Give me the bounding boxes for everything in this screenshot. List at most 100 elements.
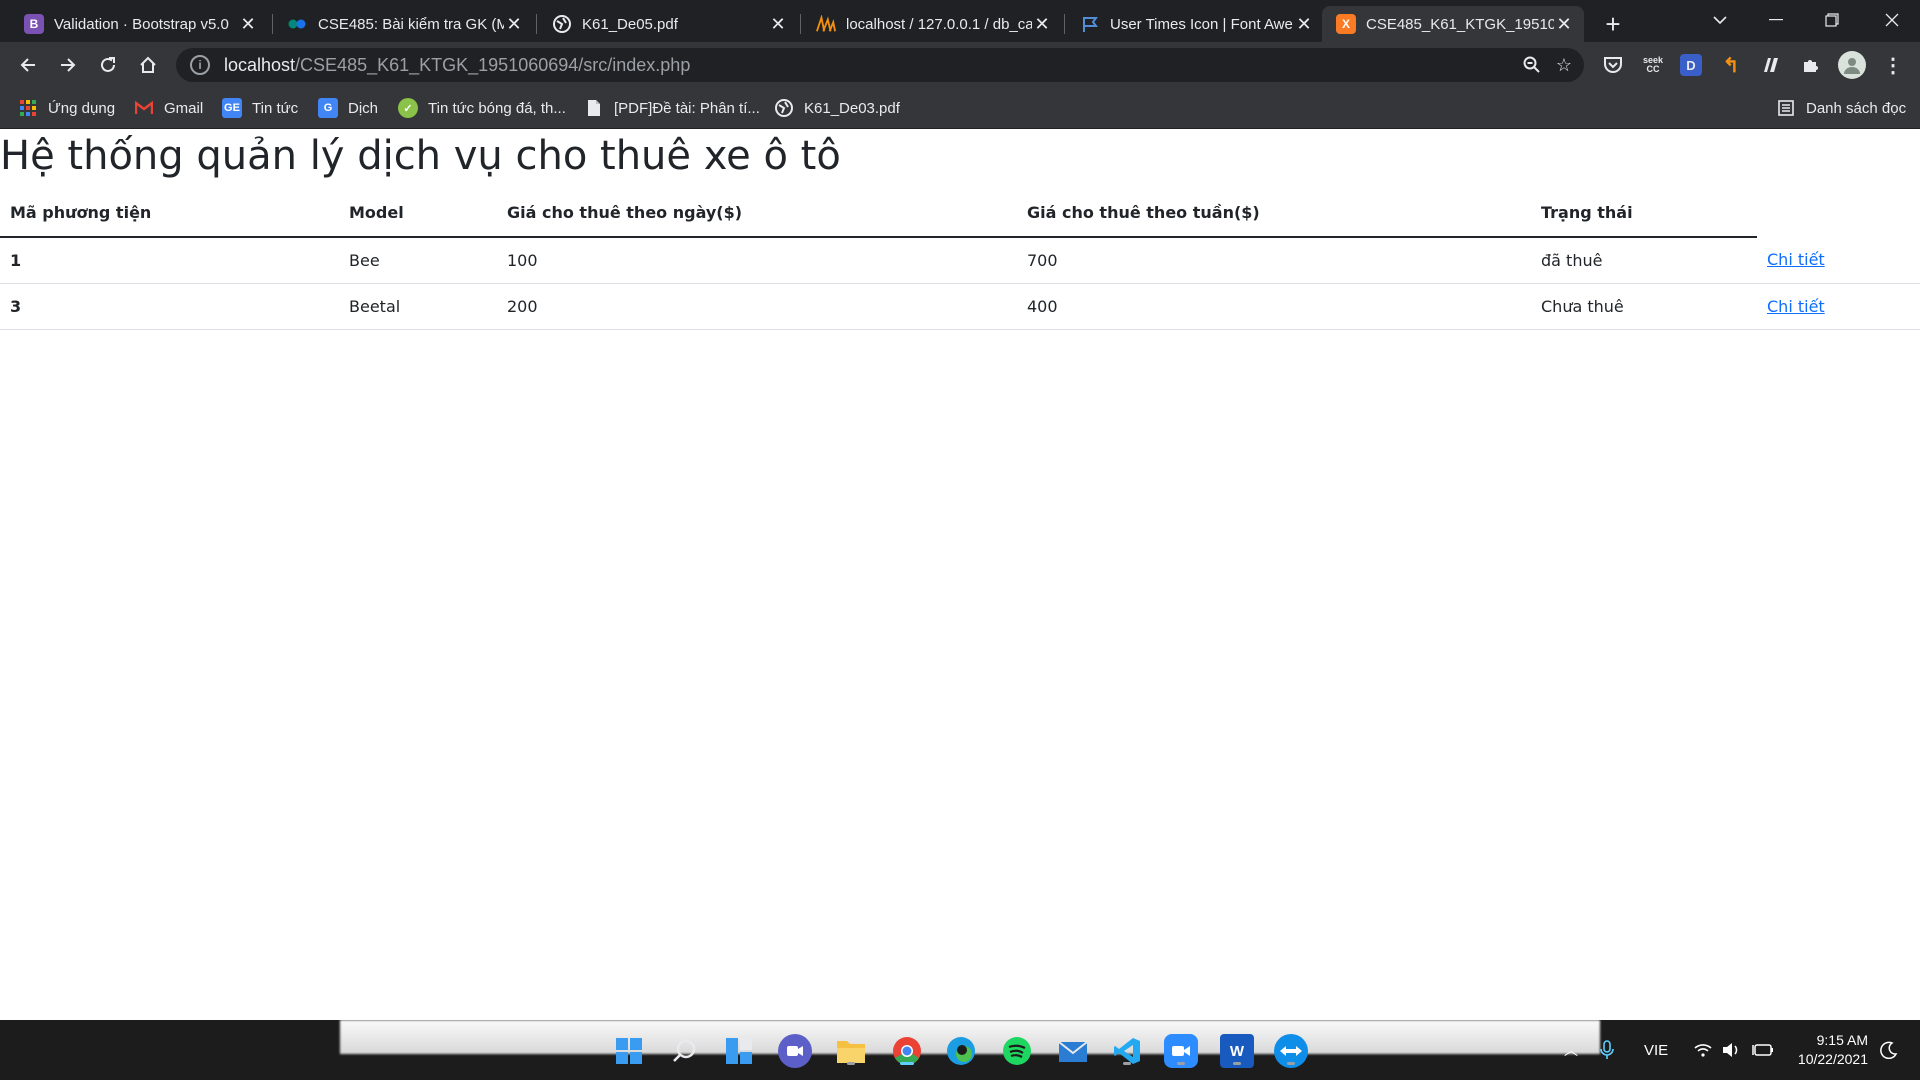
start-windows-icon[interactable]: [612, 1034, 646, 1068]
cell-status: Chưa thuê: [1531, 283, 1757, 330]
book-extension-icon[interactable]: [1758, 52, 1784, 78]
pocket-icon[interactable]: [1600, 52, 1626, 78]
detail-link[interactable]: Chi tiết: [1767, 297, 1825, 316]
tab-title: CSE485_K61_KTGK_195106: [1366, 15, 1554, 33]
flag-icon: [1080, 14, 1100, 34]
bookmark-apps[interactable]: Ứng dụng: [18, 88, 115, 128]
tab-separator: [536, 14, 537, 34]
close-window-button[interactable]: [1864, 0, 1920, 40]
mail-icon[interactable]: [1056, 1034, 1090, 1068]
tab-cse485-ktgk[interactable]: X CSE485_K61_KTGK_195106 ✕: [1322, 6, 1584, 42]
bookmark-label: Gmail: [164, 99, 204, 117]
column-header-id: Mã phương tiện: [0, 189, 339, 238]
menu-kebab-icon[interactable]: ⋮: [1880, 52, 1906, 78]
detail-link[interactable]: Chi tiết: [1767, 250, 1825, 269]
tab-title: User Times Icon | Font Awe: [1110, 15, 1293, 33]
bootstrap-icon: B: [24, 14, 44, 34]
close-icon[interactable]: ✕: [768, 14, 788, 35]
back-button[interactable]: [12, 49, 44, 81]
show-hidden-icons-chevron-icon[interactable]: ︿: [1564, 1020, 1578, 1080]
close-icon[interactable]: ✕: [504, 14, 524, 35]
bookmark-translate[interactable]: G Dịch: [318, 88, 378, 128]
tab-title: localhost / 127.0.0.1 / db_ca: [846, 15, 1032, 33]
bookmark-label: Tin tức: [252, 99, 299, 117]
bookmark-football[interactable]: ✓ Tin tức bóng đá, th...: [398, 88, 566, 128]
minimize-button[interactable]: [1748, 0, 1804, 40]
bookmark-star-icon[interactable]: ☆: [1552, 53, 1576, 77]
zoom-app-icon[interactable]: [1164, 1034, 1198, 1068]
tab-search-chevron-icon[interactable]: [1692, 0, 1748, 40]
edge-icon[interactable]: [944, 1034, 978, 1068]
bookmark-k61-de03[interactable]: K61_De03.pdf: [774, 88, 900, 128]
tab-k61-de05[interactable]: K61_De05.pdf ✕: [538, 6, 798, 42]
xampp-icon: X: [1336, 14, 1356, 34]
new-tab-button[interactable]: +: [1596, 7, 1630, 41]
football-site-icon: ✓: [398, 98, 418, 118]
close-icon[interactable]: ✕: [238, 14, 258, 35]
chrome-icon[interactable]: [890, 1034, 924, 1068]
extensions-puzzle-icon[interactable]: [1798, 52, 1824, 78]
address-path: /CSE485_K61_KTGK_1951060694/src/index.ph…: [295, 54, 691, 75]
table-header-row: Mã phương tiện Model Giá cho thuê theo n…: [0, 189, 1920, 238]
clock[interactable]: 9:15 AM 10/22/2021: [1792, 1020, 1868, 1080]
chat-icon[interactable]: [778, 1034, 812, 1068]
windows-taskbar: W ︿ VIE 9:15 AM 10/22/2021: [0, 1020, 1920, 1080]
volume-icon[interactable]: [1722, 1020, 1740, 1080]
reload-button[interactable]: [92, 49, 124, 81]
table-row: 3 Beetal 200 400 Chưa thuê Chi tiết: [0, 283, 1920, 330]
gmail-icon: [134, 98, 154, 118]
bookmark-pdf-topic[interactable]: [PDF]Đề tài: Phân tí...: [584, 88, 760, 128]
cell-status: đã thuê: [1531, 237, 1757, 284]
reading-list-button[interactable]: Danh sách đọc: [1776, 88, 1906, 128]
tab-separator: [272, 14, 273, 34]
avatar[interactable]: [1838, 51, 1866, 79]
site-info-icon[interactable]: i: [190, 55, 210, 75]
tab-font-awesome[interactable]: User Times Icon | Font Awe ✕: [1066, 6, 1324, 42]
home-button[interactable]: [132, 49, 164, 81]
cell-actions: Chi tiết: [1757, 237, 1920, 284]
forward-button[interactable]: [52, 49, 84, 81]
page-content: Hệ thống quản lý dịch vụ cho thuê xe ô t…: [0, 129, 1920, 1020]
bookmark-news[interactable]: GE Tin tức: [222, 88, 298, 128]
search-icon[interactable]: [668, 1034, 702, 1068]
dashlane-d-icon[interactable]: D: [1680, 54, 1702, 76]
running-indicator: [1233, 1062, 1241, 1065]
page-title: Hệ thống quản lý dịch vụ cho thuê xe ô t…: [0, 133, 841, 179]
microphone-icon[interactable]: [1600, 1020, 1614, 1080]
bookmark-label: [PDF]Đề tài: Phân tí...: [614, 99, 760, 117]
zoom-icon[interactable]: [1520, 53, 1544, 77]
bookmark-label: Ứng dụng: [48, 99, 116, 117]
address-url[interactable]: localhost/CSE485_K61_KTGK_1951060694/src…: [224, 55, 690, 76]
tab-cse485-exam[interactable]: CSE485: Bài kiểm tra GK (M ✕: [274, 6, 534, 42]
cell-weekly-price: 400: [1017, 283, 1531, 330]
word-icon[interactable]: W: [1220, 1034, 1254, 1068]
running-indicator: [1177, 1062, 1185, 1065]
spotify-icon[interactable]: [1000, 1034, 1034, 1068]
close-icon[interactable]: ✕: [1294, 14, 1314, 35]
focus-assist-moon-icon[interactable]: [1880, 1020, 1898, 1080]
cell-id: 1: [0, 237, 339, 284]
close-icon[interactable]: ✕: [1554, 14, 1574, 35]
file-explorer-icon[interactable]: [834, 1034, 868, 1068]
restore-button[interactable]: [1804, 0, 1860, 40]
close-icon[interactable]: ✕: [1032, 14, 1052, 35]
active-indicator: [900, 1062, 914, 1065]
wifi-icon[interactable]: [1694, 1020, 1712, 1080]
tab-bootstrap-validation[interactable]: B Validation · Bootstrap v5.0 ✕: [10, 6, 268, 42]
tab-phpmyadmin[interactable]: localhost / 127.0.0.1 / db_ca ✕: [802, 6, 1062, 42]
widgets-icon[interactable]: [722, 1034, 756, 1068]
globe-icon: [552, 14, 572, 34]
bookmarks-bar: Ứng dụng Gmail GE Tin tức G Dịch ✓ Tin t…: [0, 88, 1920, 129]
globe-icon: [774, 98, 794, 118]
input-language[interactable]: VIE: [1644, 1020, 1668, 1080]
teamviewer-icon[interactable]: [1274, 1034, 1308, 1068]
cell-model: Bee: [339, 237, 497, 284]
vscode-icon[interactable]: [1110, 1034, 1144, 1068]
seek-extension-icon[interactable]: seek CC: [1640, 52, 1666, 78]
address-bar[interactable]: i localhost/CSE485_K61_KTGK_1951060694/s…: [176, 48, 1584, 82]
battery-icon[interactable]: [1752, 1020, 1774, 1080]
clock-time: 9:15 AM: [1816, 1032, 1868, 1048]
bookmark-gmail[interactable]: Gmail: [134, 88, 203, 128]
news-icon: GE: [222, 98, 242, 118]
orange-extension-icon[interactable]: ↰: [1718, 52, 1744, 78]
